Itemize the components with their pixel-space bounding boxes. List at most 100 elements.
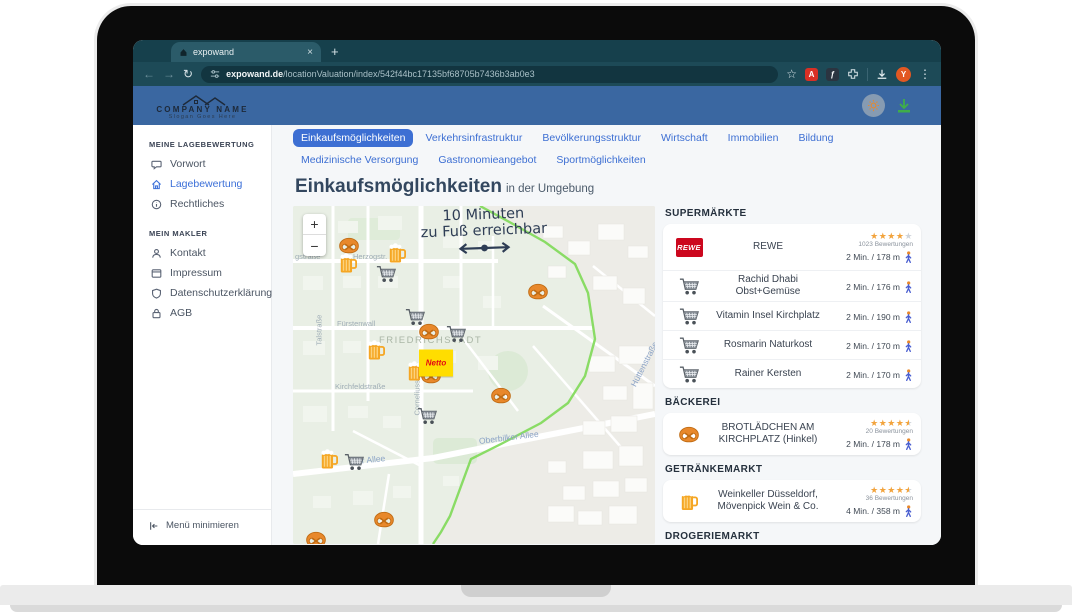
sidebar-item-vorwort[interactable]: Vorwort <box>133 154 271 174</box>
tab-immobilien[interactable]: Immobilien <box>720 129 787 147</box>
map-marker-pretzel-icon[interactable] <box>527 282 549 306</box>
sidebar-collapse-label: Menü minimieren <box>166 520 239 531</box>
map-marker-cart-icon[interactable] <box>343 452 365 477</box>
bookmark-star-icon[interactable]: ☆ <box>786 67 797 81</box>
map-marker-cart-icon[interactable] <box>416 406 438 431</box>
distance-value: 2 Min. / 176 m <box>846 282 900 292</box>
company-logo[interactable]: COMPANY NAME Slogan Goes Here <box>133 92 272 120</box>
map-marker-pretzel-icon[interactable] <box>305 530 327 544</box>
theme-toggle-button[interactable] <box>862 94 885 117</box>
distance-value: 2 Min. / 170 m <box>846 370 900 380</box>
kebab-menu-icon[interactable]: ⋮ <box>919 67 931 81</box>
pdf-extension-icon[interactable]: A <box>805 68 818 81</box>
results-card: BROTLÄDCHEN AM KIRCHPLATZ (Hinkel)★★★★★2… <box>663 413 921 455</box>
map-zoom-in-button[interactable]: + <box>303 214 326 235</box>
tab-bildung[interactable]: Bildung <box>790 129 841 147</box>
script-extension-icon[interactable]: ƒ <box>826 68 839 81</box>
map-marker-pretzel-icon[interactable] <box>418 322 440 346</box>
results-card: REWEREWE★★★★★1023 Bewertungen2 Min. / 17… <box>663 224 921 388</box>
map[interactable]: + − 10 Minuten zu Fuß erreichbar <box>293 206 655 544</box>
map-marker-pretzel-icon[interactable] <box>490 386 512 410</box>
result-meta: 2 Min. / 190 m <box>829 309 913 324</box>
walking-person-icon <box>904 369 913 382</box>
distance-value: 4 Min. / 358 m <box>846 506 900 516</box>
distance-line: 2 Min. / 190 m <box>846 311 913 324</box>
sidebar-item-label: Datenschutzerklärung <box>170 287 272 299</box>
result-row[interactable]: Weinkeller Düsseldorf, Mövenpick Wein & … <box>663 480 921 522</box>
map-marker-beer-icon[interactable] <box>339 253 357 280</box>
sidebar-item-kontakt[interactable]: Kontakt <box>133 243 271 263</box>
panel-section-title: BÄCKEREI <box>665 397 921 408</box>
map-street-label: Fürstenwall <box>337 319 375 328</box>
result-row[interactable]: Rainer Kersten2 Min. / 170 m <box>663 359 921 388</box>
map-marker-netto[interactable]: Netto <box>419 350 453 377</box>
browser-toolbar: ← → ↻ expowand.de/locationValuation/inde… <box>133 62 941 86</box>
url-domain: expowand.de <box>226 69 283 79</box>
distance-value: 2 Min. / 178 m <box>846 439 900 449</box>
walking-person-icon <box>904 311 913 324</box>
profile-avatar[interactable]: Y <box>896 67 911 82</box>
url-path: /locationValuation/index/542f44bc17135bf… <box>283 69 535 79</box>
app-header: COMPANY NAME Slogan Goes Here <box>133 86 941 125</box>
map-zoom-control: + − <box>303 214 326 256</box>
download-icon[interactable] <box>876 68 888 80</box>
tab-bevölkerungsstruktur[interactable]: Bevölkerungsstruktur <box>534 129 649 147</box>
house-favicon-icon <box>179 48 188 57</box>
map-marker-pretzel-icon[interactable] <box>373 510 395 534</box>
distance-line: 2 Min. / 170 m <box>846 340 913 353</box>
sidebar-item-rechtliches[interactable]: Rechtliches <box>133 194 271 214</box>
walking-person-icon <box>904 281 913 294</box>
map-marker-beer-icon[interactable] <box>320 449 338 476</box>
laptop-base-notch <box>461 585 611 597</box>
result-row[interactable]: Vitamin Insel Kirchplatz 2 Min. / 190 m <box>663 301 921 330</box>
sidebar-item-label: Kontakt <box>170 247 206 259</box>
distance-line: 2 Min. / 178 m <box>846 251 913 264</box>
results-panel: SUPERMÄRKTEREWEREWE★★★★★1023 Bewertungen… <box>663 206 921 545</box>
walking-person-icon <box>904 340 913 353</box>
sidebar-item-datenschutzerklärung[interactable]: Datenschutzerklärung <box>133 283 271 303</box>
back-icon[interactable]: ← <box>143 67 155 81</box>
result-name: Rachid Dhabi Obst+Gemüse <box>707 274 829 298</box>
map-marker-beer-icon[interactable] <box>367 340 385 367</box>
tab-gastronomieangebot[interactable]: Gastronomieangebot <box>430 151 544 169</box>
sidebar-item-label: AGB <box>170 307 192 319</box>
export-download-icon[interactable] <box>895 97 913 115</box>
result-row[interactable]: Rachid Dhabi Obst+Gemüse 2 Min. / 176 m <box>663 270 921 301</box>
forward-icon[interactable]: → <box>163 67 175 81</box>
map-street-label: Talstraße <box>315 315 324 346</box>
tab-sportmöglichkeiten[interactable]: Sportmöglichkeiten <box>548 151 653 169</box>
url-bar[interactable]: expowand.de/locationValuation/index/542f… <box>201 66 778 83</box>
result-meta: 2 Min. / 176 m <box>829 279 913 294</box>
sidebar-item-label: Impressum <box>170 267 222 279</box>
tab-wirtschaft[interactable]: Wirtschaft <box>653 129 716 147</box>
panel-section-title: SUPERMÄRKTE <box>665 208 921 219</box>
sidebar-collapse-button[interactable]: Menü minimieren <box>133 509 271 545</box>
cart-icon <box>671 276 707 296</box>
result-row[interactable]: BROTLÄDCHEN AM KIRCHPLATZ (Hinkel)★★★★★2… <box>663 413 921 455</box>
result-name: Vitamin Insel Kirchplatz <box>707 310 829 322</box>
sidebar-item-agb[interactable]: AGB <box>133 303 271 323</box>
result-name: REWE <box>707 241 829 253</box>
browser-tab[interactable]: expowand × <box>171 42 321 62</box>
sidebar-item-lagebewertung[interactable]: Lagebewertung <box>133 174 271 194</box>
result-row[interactable]: REWEREWE★★★★★1023 Bewertungen2 Min. / 17… <box>663 224 921 270</box>
company-name: COMPANY NAME <box>156 105 248 114</box>
pretzel-icon <box>671 425 707 444</box>
map-marker-cart-icon[interactable] <box>445 324 467 349</box>
home-icon <box>151 179 162 190</box>
sidebar-item-label: Lagebewertung <box>170 178 242 190</box>
tab-close-icon[interactable]: × <box>307 47 313 58</box>
walking-person-icon <box>904 438 913 451</box>
new-tab-button[interactable]: + <box>331 42 339 62</box>
map-zoom-out-button[interactable]: − <box>303 235 326 256</box>
sidebar-item-label: Rechtliches <box>170 198 224 210</box>
sidebar-item-impressum[interactable]: Impressum <box>133 263 271 283</box>
map-marker-cart-icon[interactable] <box>375 264 397 289</box>
tab-einkaufsmöglichkeiten[interactable]: Einkaufsmöglichkeiten <box>293 129 413 147</box>
tab-verkehrsinfrastruktur[interactable]: Verkehrsinfrastruktur <box>417 129 530 147</box>
tab-medizinische-versorgung[interactable]: Medizinische Versorgung <box>293 151 426 169</box>
star-rating: ★★★★★ <box>870 231 913 241</box>
result-row[interactable]: Rosmarin Naturkost2 Min. / 170 m <box>663 330 921 359</box>
reload-icon[interactable]: ↻ <box>183 67 193 81</box>
extensions-puzzle-icon[interactable] <box>847 68 859 80</box>
